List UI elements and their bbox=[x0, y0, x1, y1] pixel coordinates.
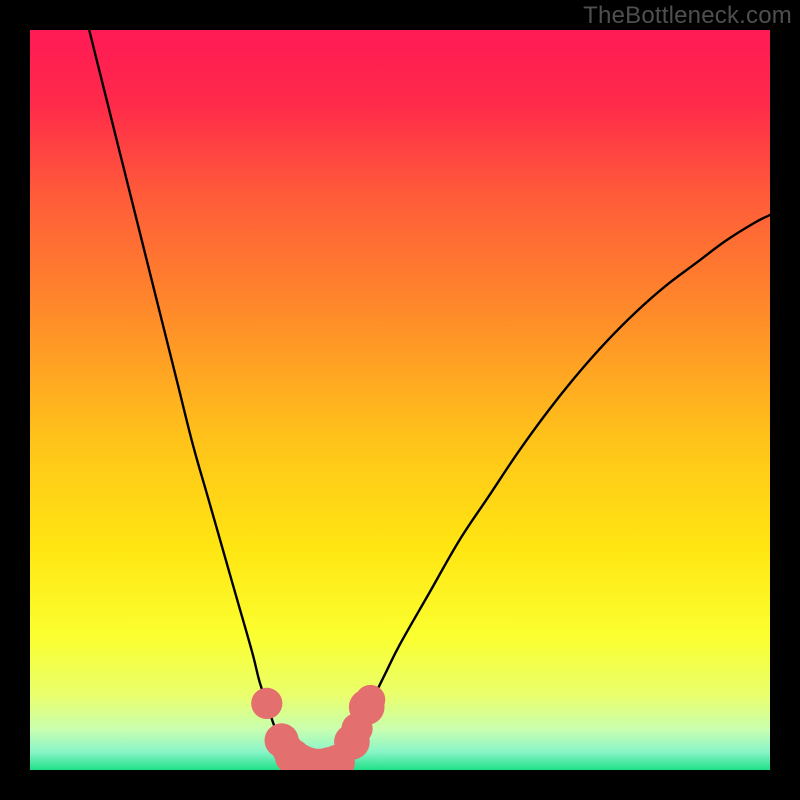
marker-dot bbox=[251, 688, 282, 719]
gradient-background bbox=[30, 30, 770, 770]
chart-frame: TheBottleneck.com bbox=[0, 0, 800, 800]
bottleneck-chart bbox=[30, 30, 770, 770]
watermark-text: TheBottleneck.com bbox=[583, 2, 792, 30]
plot-area bbox=[30, 30, 770, 770]
marker-dot bbox=[356, 685, 386, 715]
